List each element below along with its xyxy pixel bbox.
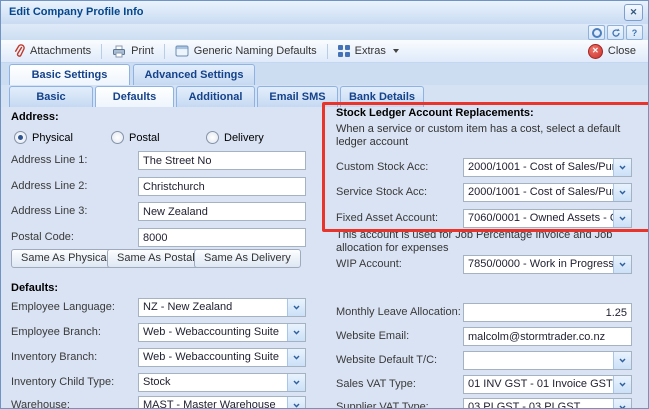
tab-bank-details[interactable]: Bank Details <box>340 86 424 107</box>
defaults-heading: Defaults: <box>11 282 58 294</box>
stock-ledger-heading: Stock Ledger Account Replacements: <box>336 107 534 119</box>
stock-ledger-description: When a service or custom item has a cost… <box>336 123 638 149</box>
tab-additional[interactable]: Additional <box>176 86 255 107</box>
employee-language-label: Employee Language: <box>11 301 115 313</box>
chevron-down-icon <box>613 184 631 201</box>
window-close-button[interactable]: ✕ <box>624 4 643 21</box>
chevron-down-icon <box>287 374 305 391</box>
toolbar-separator <box>327 44 328 59</box>
website-email-input[interactable] <box>463 327 632 346</box>
edit-company-profile-window: Edit Company Profile Info ✕ ? Attachment… <box>0 0 649 409</box>
chevron-down-icon <box>393 49 399 53</box>
chevron-down-icon <box>613 376 631 393</box>
custom-stock-acc-label: Custom Stock Acc: <box>336 161 428 173</box>
tab-advanced-settings[interactable]: Advanced Settings <box>133 64 255 85</box>
inventory-branch-select[interactable]: Web - Webaccounting Suite <box>138 348 306 367</box>
radio-postal[interactable]: Postal <box>111 131 160 144</box>
chevron-down-icon <box>613 256 631 273</box>
extras-menu-button[interactable]: Extras <box>332 43 405 59</box>
chevron-down-icon <box>613 159 631 176</box>
fixed-asset-account-label: Fixed Asset Account: <box>336 212 438 224</box>
tab-basic[interactable]: Basic <box>9 86 93 107</box>
window-tool-strip: ? <box>1 24 648 41</box>
settings-gear-icon[interactable] <box>588 25 605 40</box>
wip-account-label: WIP Account: <box>336 258 402 270</box>
supplier-vat-type-label: Supplier VAT Type: <box>336 401 429 409</box>
address-line-2-input[interactable] <box>138 177 306 196</box>
help-icon[interactable]: ? <box>626 25 643 40</box>
refresh-icon[interactable] <box>607 25 624 40</box>
refresh-arrow-glyph <box>611 28 621 38</box>
wip-account-select[interactable]: 7850/0000 - Work in Progress <box>463 255 632 274</box>
inventory-branch-label: Inventory Branch: <box>11 351 97 363</box>
inventory-child-type-select[interactable]: Stock <box>138 373 306 392</box>
website-default-tc-label: Website Default T/C: <box>336 354 437 366</box>
website-default-tc-select[interactable] <box>463 351 632 370</box>
postal-code-label: Postal Code: <box>11 231 74 243</box>
chevron-down-icon <box>287 349 305 366</box>
toolbar-separator <box>164 44 165 59</box>
same-as-postal-button[interactable]: Same As Postal <box>107 249 205 268</box>
toolbar: Attachments Print Generic Naming Default… <box>1 40 648 63</box>
generic-naming-defaults-button[interactable]: Generic Naming Defaults <box>169 43 323 59</box>
address-line-1-input[interactable] <box>138 151 306 170</box>
tab-defaults[interactable]: Defaults <box>95 86 174 107</box>
tab-basic-settings[interactable]: Basic Settings <box>9 64 130 85</box>
same-as-physical-button[interactable]: Same As Physical <box>11 249 119 268</box>
print-button[interactable]: Print <box>106 43 160 60</box>
close-circle-icon: ✕ <box>588 44 603 59</box>
postal-code-input[interactable] <box>138 228 306 247</box>
wip-description: This account is used for Job Percentage … <box>336 229 644 255</box>
service-stock-acc-label: Service Stock Acc: <box>336 186 427 198</box>
monthly-leave-allocation-input[interactable] <box>463 303 632 322</box>
toolbar-separator <box>101 44 102 59</box>
window-form-icon <box>175 45 189 57</box>
attachments-button[interactable]: Attachments <box>7 42 97 60</box>
employee-language-select[interactable]: NZ - New Zealand <box>138 298 306 317</box>
monthly-leave-allocation-label: Monthly Leave Allocation: <box>336 306 461 318</box>
chevron-down-icon <box>613 210 631 227</box>
radio-delivery[interactable]: Delivery <box>206 131 264 144</box>
radio-circle-icon <box>14 131 27 144</box>
website-email-label: Website Email: <box>336 330 409 342</box>
window-title: Edit Company Profile Info <box>9 6 143 18</box>
radio-physical[interactable]: Physical <box>14 131 73 144</box>
radio-circle-icon <box>206 131 219 144</box>
chevron-down-icon <box>287 324 305 341</box>
tab-email-sms[interactable]: Email SMS <box>257 86 338 107</box>
employee-branch-select[interactable]: Web - Webaccounting Suite <box>138 323 306 342</box>
chevron-down-icon <box>287 397 305 409</box>
supplier-vat-type-select[interactable]: 03 PI GST - 03 PI GST <box>463 398 632 409</box>
chevron-down-icon <box>613 352 631 369</box>
extras-grid-icon <box>338 45 350 57</box>
warehouse-select[interactable]: MAST - Master Warehouse <box>138 396 306 409</box>
inventory-child-type-label: Inventory Child Type: <box>11 376 114 388</box>
warehouse-label: Warehouse: <box>11 399 70 409</box>
chevron-down-icon <box>287 299 305 316</box>
radio-circle-icon <box>111 131 124 144</box>
address-line-2-label: Address Line 2: <box>11 180 87 192</box>
inner-tab-strip: Basic Defaults Additional Email SMS Bank… <box>1 85 648 107</box>
service-stock-acc-select[interactable]: 2000/1001 - Cost of Sales/Purcha <box>463 183 632 202</box>
address-line-3-input[interactable] <box>138 202 306 221</box>
chevron-down-icon <box>613 399 631 409</box>
custom-stock-acc-select[interactable]: 2000/1001 - Cost of Sales/Purcha <box>463 158 632 177</box>
printer-icon <box>112 45 126 58</box>
close-button[interactable]: ✕ Close <box>582 42 642 61</box>
employee-branch-label: Employee Branch: <box>11 326 101 338</box>
paperclip-icon <box>13 44 25 58</box>
sales-vat-type-label: Sales VAT Type: <box>336 378 416 390</box>
address-heading: Address: <box>11 111 59 123</box>
sales-vat-type-select[interactable]: 01 INV GST - 01 Invoice GST <box>463 375 632 394</box>
title-bar: Edit Company Profile Info ✕ <box>1 1 648 25</box>
same-as-delivery-button[interactable]: Same As Delivery <box>194 249 301 268</box>
address-line-3-label: Address Line 3: <box>11 205 87 217</box>
address-line-1-label: Address Line 1: <box>11 154 87 166</box>
outer-tab-strip: Basic Settings Advanced Settings <box>1 63 648 85</box>
fixed-asset-account-select[interactable]: 7060/0001 - Owned Assets - Offic <box>463 209 632 228</box>
